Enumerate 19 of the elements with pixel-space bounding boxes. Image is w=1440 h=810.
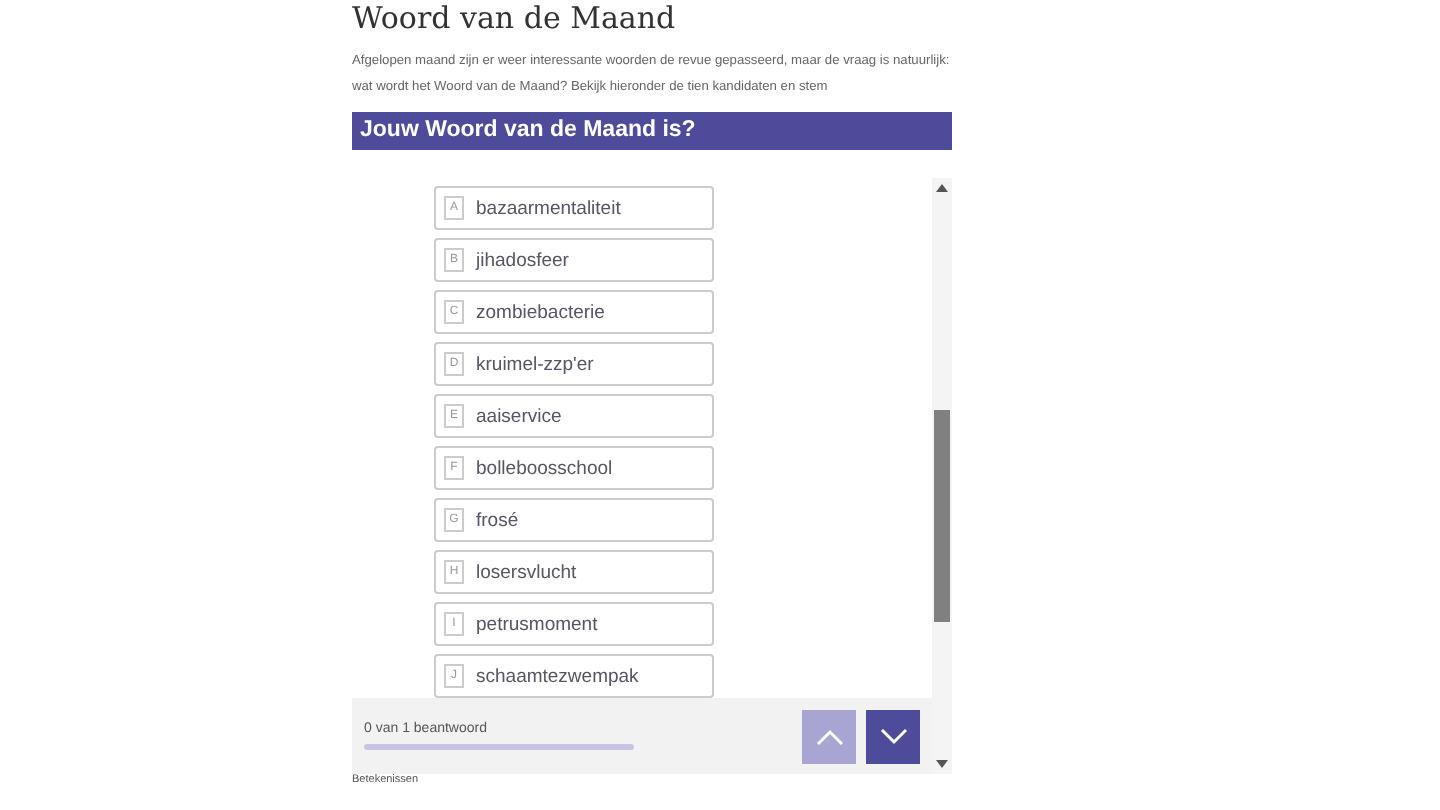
option-label: jihadosfeer [476,249,569,271]
question-header: Jouw Woord van de Maand is? [352,112,952,150]
scrollbar[interactable] [932,178,952,774]
scroll-down-icon[interactable] [936,760,948,768]
next-button[interactable] [866,709,920,763]
option-label: aaiservice [476,405,562,427]
chevron-up-icon [815,727,843,745]
option-label: bazaarmentaliteit [476,197,621,219]
option-label: losersvlucht [476,561,577,583]
page-title: Woord van de Maand [352,0,678,36]
scrollbar-thumb[interactable] [934,410,950,622]
option-label: petrusmoment [476,613,598,635]
option-label: bolleboosschool [476,457,613,479]
option-label: schaamtezwempak [476,665,639,687]
chevron-down-icon [879,727,907,745]
option-label: frosé [476,509,519,531]
option-label: kruimel-zzp'er [476,353,594,375]
option-label: zombiebacterie [476,301,605,323]
scroll-up-icon[interactable] [936,184,948,192]
